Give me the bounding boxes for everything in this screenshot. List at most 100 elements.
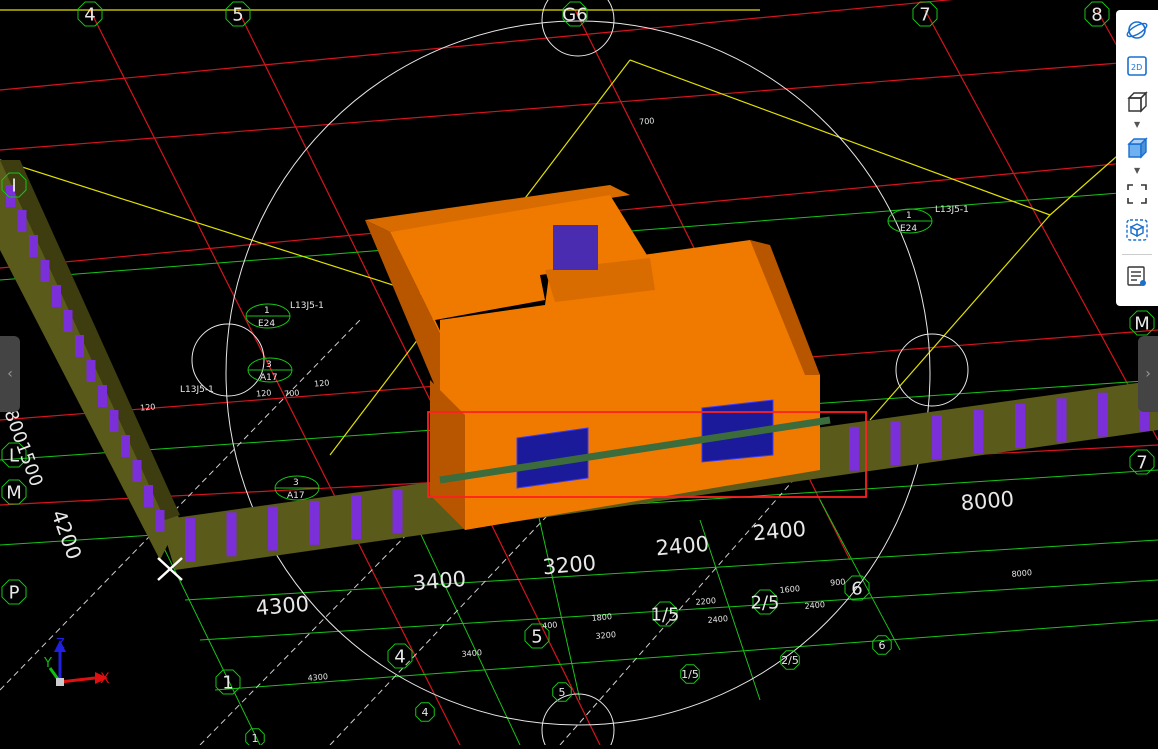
dimension-label: 700 [639,116,655,126]
solid-view-icon[interactable] [1123,134,1151,162]
axis-label: 2/5 [751,592,780,613]
axis-label: 1/5 [651,604,680,625]
view-toolbar: 2D ▼ ▼ [1116,10,1158,306]
axis-label: 1 [222,672,233,693]
svg-text:Y: Y [43,656,52,671]
dimension-label: 120 [140,402,156,412]
axis-label: 4 [422,706,429,719]
axis-label: 6 [879,639,886,652]
wall-post [185,518,195,562]
wall-post [132,460,142,482]
orbit-icon[interactable] [1123,16,1151,44]
axis-label: G6 [562,4,587,25]
wall-post [1056,398,1067,443]
chevron-left-icon: ‹ [7,366,13,382]
dimension-label: 2400 [752,517,807,546]
dimension-label: 2200 [695,596,716,607]
wall-post [109,410,119,432]
chevron-down-icon[interactable]: ▼ [1134,167,1140,175]
2d-view-button[interactable]: 2D [1123,52,1151,80]
wall-post [86,360,96,382]
axis-label: 8 [1091,4,1102,25]
svg-text:L13J5-1: L13J5-1 [180,385,214,395]
axis-label: 2/5 [781,654,799,667]
wall-post [63,310,73,332]
wall-post [29,235,38,257]
svg-text:A17: A17 [260,373,278,383]
axis-label: 5 [559,686,566,699]
dimension-label: 1600 [779,584,800,595]
wall-post [932,415,942,460]
axis-label: 5 [531,626,542,647]
dimension-label: 3400 [461,648,482,659]
svg-text:E24: E24 [900,224,917,234]
axis-label: M [1134,313,1150,334]
svg-text:X: X [100,671,110,687]
axis-label: 7 [1136,452,1147,473]
wall-post [849,426,859,471]
wall-post [17,210,27,232]
axis-label: 4 [394,646,405,667]
dimension-label: 4200 [47,507,87,563]
dimension-label: 4300 [307,672,328,683]
building-model[interactable] [365,185,820,530]
axis-label: M [6,482,22,503]
dimension-label: 120 [314,378,330,388]
section-box-icon[interactable] [1123,216,1151,244]
dimension-label: 120 [256,388,272,398]
dimension-label: 3200 [542,551,597,580]
svg-text:L13J5-1: L13J5-1 [290,301,324,311]
right-panel-toggle[interactable]: › [1138,336,1158,412]
properties-icon[interactable] [1123,262,1151,290]
svg-text:A17: A17 [287,491,305,501]
svg-text:3: 3 [293,478,299,488]
dimension-label: 3400 [412,567,467,596]
svg-text:Z: Z [56,637,65,652]
dimension-label: 900 [830,577,846,587]
svg-text:E24: E24 [258,319,275,329]
dimension-label: 700 [284,388,300,398]
axis-label: 5 [232,4,243,25]
axis-label: 6 [851,578,862,599]
dimension-label: 400 [542,620,558,630]
dimension-label: 2400 [804,600,825,611]
wall-post [40,260,50,282]
axis-label: 1 [252,732,259,745]
wall-post [268,506,278,551]
svg-text:1: 1 [906,211,912,221]
wall-post [226,512,237,557]
chevron-right-icon: › [1145,366,1151,382]
chevron-down-icon[interactable]: ▼ [1134,121,1140,129]
left-panel-toggle[interactable]: ‹ [0,336,20,412]
dimension-label: 4300 [255,592,310,621]
dimension-label: 8001500 [0,407,47,490]
dimension-label: 1800 [591,612,612,623]
model-canvas[interactable]: 4 5 G6 7 8ILMPM714561/52/51451/52/56 4300340… [0,0,1158,749]
svg-text:L13J5-1: L13J5-1 [935,205,969,215]
axis-label: P [9,582,20,603]
axis-label: I [11,175,16,196]
wall-post [309,500,320,545]
dimension-label: 8000 [960,487,1015,516]
toolbar-divider [1122,254,1152,255]
3d-viewport[interactable]: 4 5 G6 7 8 I L M P M 7 1 4 5 6 1/5 2/5 1 4 5 1/5 2/5 6 4300 340… [0,0,1158,749]
wall-post [973,409,984,454]
dimension-label: 2400 [655,532,710,561]
svg-text:3: 3 [266,360,272,370]
fit-view-icon[interactable] [1123,180,1151,208]
svg-text:1: 1 [264,306,270,316]
dimension-label: 8000 [1011,568,1032,579]
wall-post [98,385,107,407]
dimension-label: 2400 [707,614,728,625]
wall-post [75,335,84,357]
wall-post [1098,392,1108,437]
wall-post [155,510,165,532]
svg-text:2D: 2D [1131,63,1142,72]
axis-label: 4 [84,4,95,25]
wall-post [144,485,153,507]
axis-indicator: X Y Z [43,637,110,687]
wall-post [890,421,901,466]
3d-box-icon[interactable] [1123,88,1151,116]
axis-label: 1/5 [681,668,699,681]
wall-post [351,495,361,540]
